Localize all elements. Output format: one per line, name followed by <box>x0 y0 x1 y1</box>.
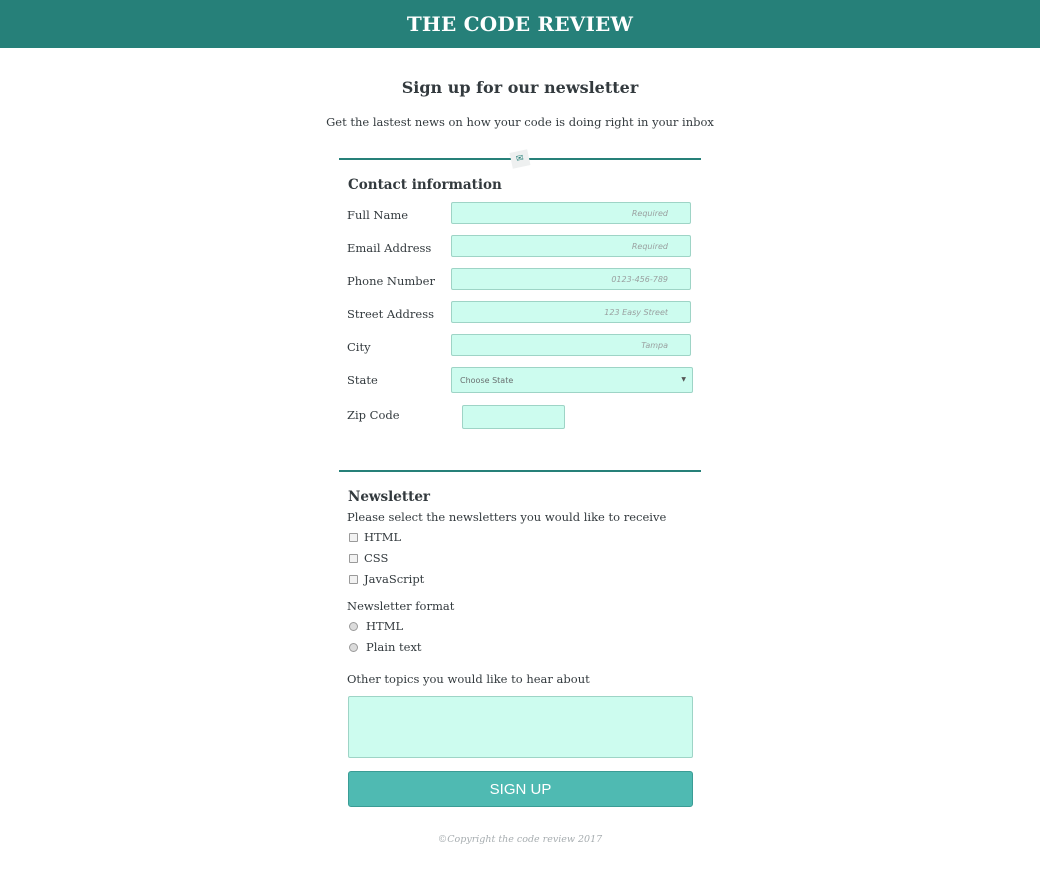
option-label: CSS <box>364 551 389 565</box>
option-label: JavaScript <box>364 572 425 586</box>
topics-label: Other topics you would like to hear abou… <box>347 672 590 686</box>
newsletter-section-title: Newsletter <box>348 489 431 505</box>
ribbon-icon: ✉ <box>509 149 531 169</box>
chevron-down-icon: ▼ <box>681 376 686 383</box>
format-option-html[interactable]: HTML <box>349 619 403 633</box>
newsletter-option-css[interactable]: CSS <box>349 551 388 565</box>
email-field[interactable] <box>451 235 691 257</box>
section-divider <box>339 470 701 472</box>
phone-field[interactable] <box>451 268 691 290</box>
full-name-label: Full Name <box>347 208 409 222</box>
state-label: State <box>347 373 378 387</box>
city-field[interactable] <box>451 334 691 356</box>
newsletter-prompt: Please select the newsletters you would … <box>347 510 667 524</box>
site-title: THE CODE REVIEW <box>406 12 634 36</box>
city-label: City <box>347 340 371 354</box>
street-label: Street Address <box>347 307 435 321</box>
checkbox[interactable] <box>349 574 358 584</box>
full-name-field[interactable] <box>451 202 691 224</box>
radio-button[interactable] <box>349 621 358 631</box>
page-title: Sign up for our newsletter <box>401 78 639 97</box>
zip-label: Zip Code <box>347 408 400 422</box>
newsletter-option-javascript[interactable]: JavaScript <box>349 572 424 586</box>
state-select[interactable]: Choose State ▼ <box>451 367 693 393</box>
checkbox[interactable] <box>349 532 358 542</box>
site-header: THE CODE REVIEW <box>0 0 1040 48</box>
page-subtitle: Get the lastest news on how your code is… <box>326 115 714 129</box>
option-label: HTML <box>364 530 402 544</box>
footer-copyright: ©Copyright the code review 2017 <box>437 834 603 845</box>
contact-section-title: Contact information <box>348 177 502 193</box>
phone-label: Phone Number <box>347 274 435 288</box>
sign-up-button[interactable]: SIGN UP <box>348 771 693 807</box>
zip-field[interactable] <box>462 405 565 429</box>
format-option-plain-text[interactable]: Plain text <box>349 640 422 654</box>
state-select-value: Choose State <box>460 375 514 385</box>
topics-textarea[interactable] <box>348 696 693 758</box>
email-label: Email Address <box>347 241 432 255</box>
radio-button[interactable] <box>349 642 358 652</box>
checkbox[interactable] <box>349 553 358 563</box>
option-label: HTML <box>366 619 404 633</box>
newsletter-option-html[interactable]: HTML <box>349 530 401 544</box>
option-label: Plain text <box>366 640 422 654</box>
format-label: Newsletter format <box>347 599 455 613</box>
street-field[interactable] <box>451 301 691 323</box>
